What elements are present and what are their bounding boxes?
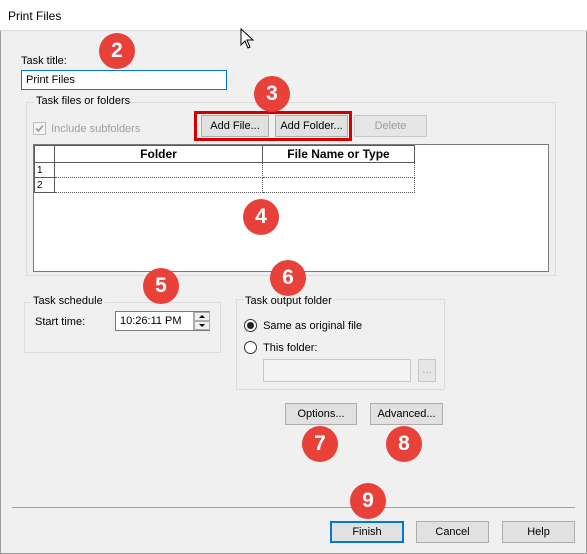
checkbox-check-icon — [33, 122, 46, 135]
this-folder-label: This folder: — [263, 341, 318, 354]
callout-badge-8: 8 — [386, 426, 422, 462]
callout-badge-3: 3 — [254, 76, 290, 112]
grid-header-row: Folder File Name or Type — [34, 145, 415, 163]
task-output-caption: Task output folder — [243, 295, 334, 307]
row-number: 1 — [34, 162, 55, 178]
delete-button[interactable]: Delete — [354, 115, 427, 137]
window-title: Print Files — [8, 9, 62, 23]
grid-cell-filename[interactable] — [262, 177, 415, 193]
help-button[interactable]: Help — [502, 521, 575, 543]
advanced-button[interactable]: Advanced... — [370, 403, 443, 425]
output-folder-input[interactable] — [263, 359, 411, 382]
this-folder-radio[interactable]: This folder: — [244, 341, 317, 354]
browse-folder-button[interactable]: ... — [418, 359, 436, 382]
task-title-input[interactable]: Print Files — [21, 70, 227, 90]
files-grid[interactable]: Folder File Name or Type 1 2 — [33, 144, 549, 272]
callout-badge-6: 6 — [270, 260, 306, 296]
options-button[interactable]: Options... — [285, 403, 357, 425]
include-subfolders-label: Include subfolders — [51, 122, 141, 135]
same-as-original-radio[interactable]: Same as original file — [244, 319, 362, 332]
grid-cell-folder[interactable] — [54, 177, 263, 193]
finish-button[interactable]: Finish — [330, 521, 404, 543]
add-folder-button[interactable]: Add Folder... — [275, 115, 348, 137]
callout-badge-4: 4 — [243, 199, 279, 235]
time-spinner[interactable] — [193, 312, 210, 330]
row-number: 2 — [34, 177, 55, 193]
grid-cell-folder[interactable] — [54, 162, 263, 178]
table-row[interactable]: 1 — [34, 162, 415, 178]
same-as-original-label: Same as original file — [263, 319, 363, 332]
grid-cell-filename[interactable] — [262, 162, 415, 178]
title-bar: Print Files — [0, 0, 587, 31]
callout-badge-7: 7 — [302, 426, 338, 462]
callout-badge-9: 9 — [350, 483, 386, 519]
grid-header-filename[interactable]: File Name or Type — [262, 145, 415, 163]
include-subfolders-checkbox[interactable]: Include subfolders — [33, 122, 140, 135]
grid-corner-cell — [34, 145, 55, 163]
cancel-button[interactable]: Cancel — [416, 521, 489, 543]
start-time-label: Start time: — [35, 316, 86, 328]
grid-header-folder[interactable]: Folder — [54, 145, 263, 163]
callout-badge-5: 5 — [143, 268, 179, 304]
footer-separator — [12, 507, 575, 508]
start-time-value: 10:26:11 PM — [120, 315, 182, 327]
spinner-arrows-icon — [194, 312, 210, 330]
radio-unselected-icon — [244, 341, 257, 354]
callout-badge-2: 2 — [99, 33, 135, 69]
task-schedule-caption: Task schedule — [31, 295, 105, 307]
mouse-cursor-icon — [240, 28, 255, 49]
task-title-label: Task title: — [21, 55, 67, 67]
task-files-caption: Task files or folders — [34, 95, 133, 107]
table-row[interactable]: 2 — [34, 177, 415, 193]
radio-selected-icon — [244, 319, 257, 332]
add-file-button[interactable]: Add File... — [201, 115, 269, 137]
